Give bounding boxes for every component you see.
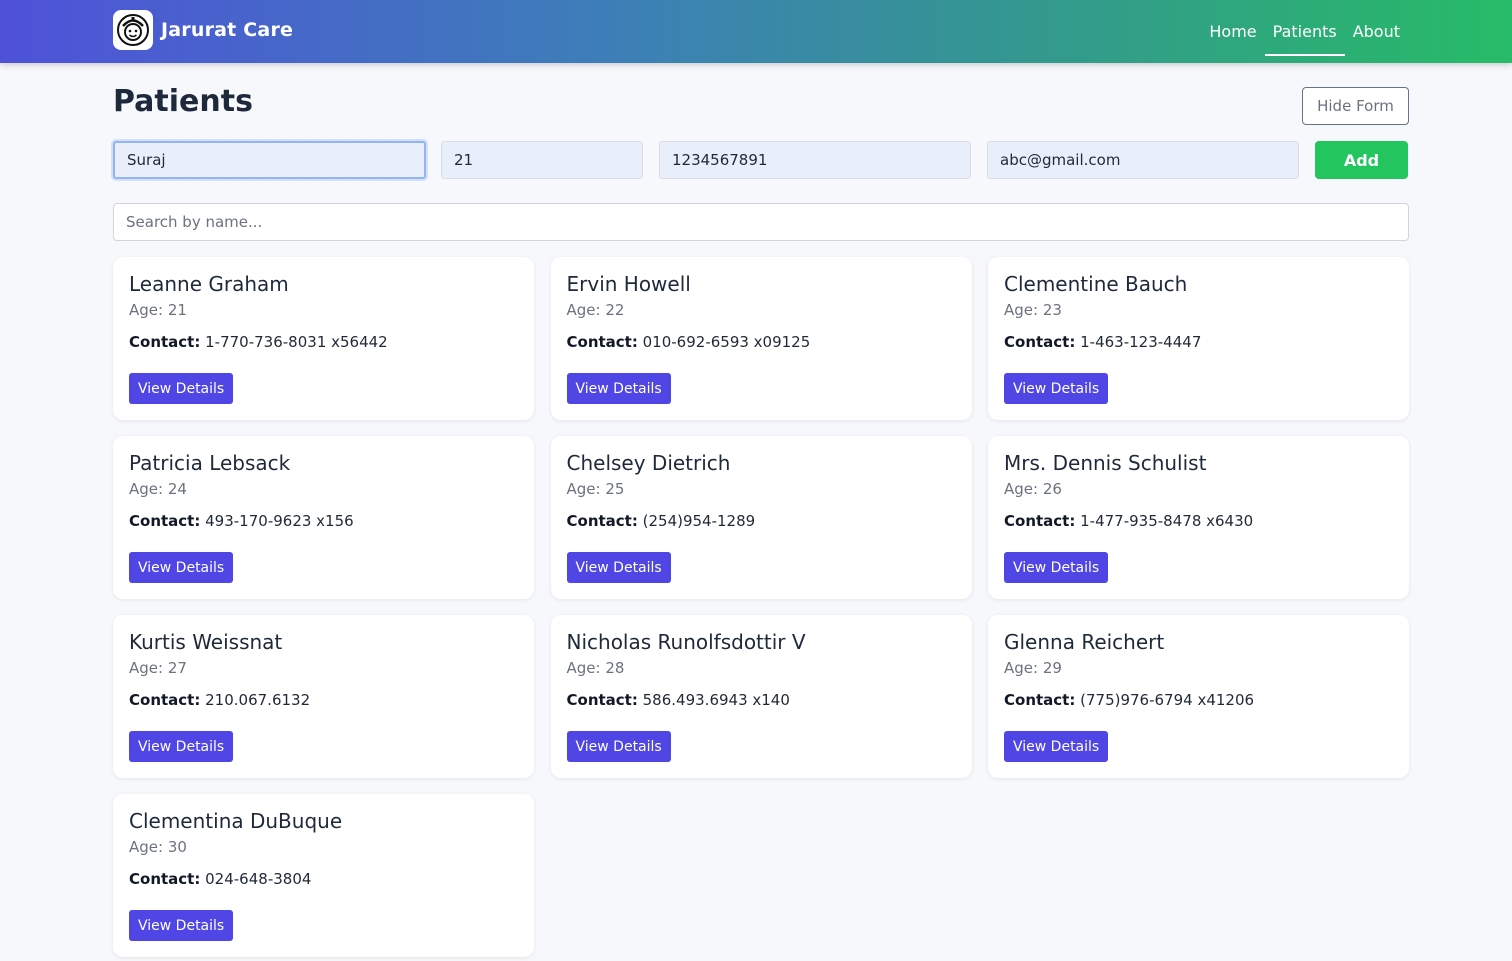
contact-label: Contact: <box>129 333 201 351</box>
contact-value: 1-770-736-8031 x56442 <box>205 333 388 351</box>
view-details-button[interactable]: View Details <box>129 731 234 762</box>
patient-age: Age: 26 <box>1004 480 1062 498</box>
patient-card: Kurtis Weissnat Age: 27 Contact: 210.067… <box>113 615 534 778</box>
contact-label: Contact: <box>129 512 201 530</box>
contact-value: (254)954-1289 <box>642 512 756 530</box>
patient-card: Patricia Lebsack Age: 24 Contact: 493-17… <box>113 436 534 599</box>
contact-value: 010-692-6593 x09125 <box>642 333 811 351</box>
view-details-button[interactable]: View Details <box>129 552 234 583</box>
patient-age: Age: 30 <box>129 838 187 856</box>
patient-card: Glenna Reichert Age: 29 Contact: (775)97… <box>988 615 1409 778</box>
contact-value: 586.493.6943 x140 <box>642 691 790 709</box>
contact-label: Contact: <box>1004 691 1076 709</box>
brand-name: Jarurat Care <box>161 19 294 41</box>
patient-contact: Contact: 210.067.6132 <box>129 690 518 710</box>
patient-name: Clementina DuBuque <box>129 809 343 833</box>
patient-contact: Contact: 1-770-736-8031 x56442 <box>129 332 518 352</box>
view-details-button[interactable]: View Details <box>566 731 671 762</box>
view-details-button[interactable]: View Details <box>566 552 671 583</box>
patient-contact: Contact: 1-463-123-4447 <box>1004 332 1393 352</box>
view-details-button[interactable]: View Details <box>129 373 234 404</box>
patient-cards-grid: Leanne Graham Age: 21 Contact: 1-770-736… <box>113 257 1409 957</box>
contact-label: Contact: <box>566 691 638 709</box>
page-title: Patients <box>113 84 253 119</box>
patient-name: Leanne Graham <box>129 272 289 296</box>
contact-value: (775)976-6794 x41206 <box>1080 691 1255 709</box>
patient-age: Age: 22 <box>566 301 625 319</box>
contact-label: Contact: <box>129 870 201 888</box>
patient-contact: Contact: (254)954-1289 <box>567 511 956 531</box>
contact-label: Contact: <box>1004 512 1076 530</box>
patient-age: Age: 27 <box>129 659 187 677</box>
view-details-button[interactable]: View Details <box>1004 373 1109 404</box>
patient-name: Patricia Lebsack <box>129 451 291 475</box>
patient-card: Leanne Graham Age: 21 Contact: 1-770-736… <box>113 257 534 420</box>
patient-name: Kurtis Weissnat <box>129 630 283 654</box>
patient-age: Age: 24 <box>129 480 187 498</box>
age-input[interactable] <box>441 141 643 179</box>
contact-value: 024-648-3804 <box>205 870 312 888</box>
patient-age: Age: 21 <box>129 301 187 319</box>
patient-card: Ervin Howell Age: 22 Contact: 010-692-65… <box>550 257 972 420</box>
email-input[interactable] <box>987 141 1299 179</box>
patient-contact: Contact: 010-692-6593 x09125 <box>567 332 956 352</box>
patient-card: Mrs. Dennis Schulist Age: 26 Contact: 1-… <box>988 436 1409 599</box>
add-button[interactable]: Add <box>1315 141 1408 179</box>
contact-input[interactable] <box>659 141 971 179</box>
patient-age: Age: 29 <box>1004 659 1062 677</box>
search-input[interactable] <box>113 203 1409 241</box>
patient-contact: Contact: 493-170-9623 x156 <box>129 511 518 531</box>
doctor-face-icon <box>113 10 153 50</box>
patient-age: Age: 28 <box>566 659 625 677</box>
patient-card: Nicholas Runolfsdottir V Age: 28 Contact… <box>550 615 972 778</box>
brand[interactable]: Jarurat Care <box>113 10 293 50</box>
contact-value: 210.067.6132 <box>205 691 311 709</box>
patient-name: Chelsey Dietrich <box>566 451 731 475</box>
patient-name: Mrs. Dennis Schulist <box>1004 451 1207 475</box>
hide-form-button[interactable]: Hide Form <box>1302 87 1409 125</box>
patient-contact: Contact: 024-648-3804 <box>129 869 518 889</box>
nav-about[interactable]: About <box>1345 0 1408 63</box>
view-details-button[interactable]: View Details <box>566 373 671 404</box>
view-details-button[interactable]: View Details <box>1004 731 1109 762</box>
contact-label: Contact: <box>129 691 201 709</box>
contact-label: Contact: <box>1004 333 1076 351</box>
patient-card: Chelsey Dietrich Age: 25 Contact: (254)9… <box>550 436 972 599</box>
name-input[interactable] <box>113 141 426 179</box>
view-details-button[interactable]: View Details <box>1004 552 1109 583</box>
patient-name: Nicholas Runolfsdottir V <box>566 630 806 654</box>
patient-card: Clementine Bauch Age: 23 Contact: 1-463-… <box>988 257 1409 420</box>
contact-label: Contact: <box>566 333 638 351</box>
patient-age: Age: 25 <box>566 480 625 498</box>
patient-name: Ervin Howell <box>566 272 691 296</box>
patient-name: Glenna Reichert <box>1004 630 1165 654</box>
patient-card: Clementina DuBuque Age: 30 Contact: 024-… <box>113 794 534 957</box>
contact-value: 1-463-123-4447 <box>1080 333 1202 351</box>
patient-name: Clementine Bauch <box>1004 272 1188 296</box>
nav-home[interactable]: Home <box>1201 0 1264 63</box>
patient-contact: Contact: 586.493.6943 x140 <box>567 690 956 710</box>
nav-patients[interactable]: Patients <box>1264 0 1345 63</box>
contact-value: 1-477-935-8478 x6430 <box>1080 512 1254 530</box>
main-nav: Home Patients About <box>1201 0 1408 63</box>
patient-age: Age: 23 <box>1004 301 1062 319</box>
contact-label: Contact: <box>566 512 638 530</box>
contact-value: 493-170-9623 x156 <box>205 512 354 530</box>
patient-contact: Contact: 1-477-935-8478 x6430 <box>1004 511 1393 531</box>
patient-contact: Contact: (775)976-6794 x41206 <box>1004 690 1393 710</box>
top-navbar: Jarurat Care Home Patients About <box>0 0 1512 63</box>
view-details-button[interactable]: View Details <box>129 910 234 941</box>
